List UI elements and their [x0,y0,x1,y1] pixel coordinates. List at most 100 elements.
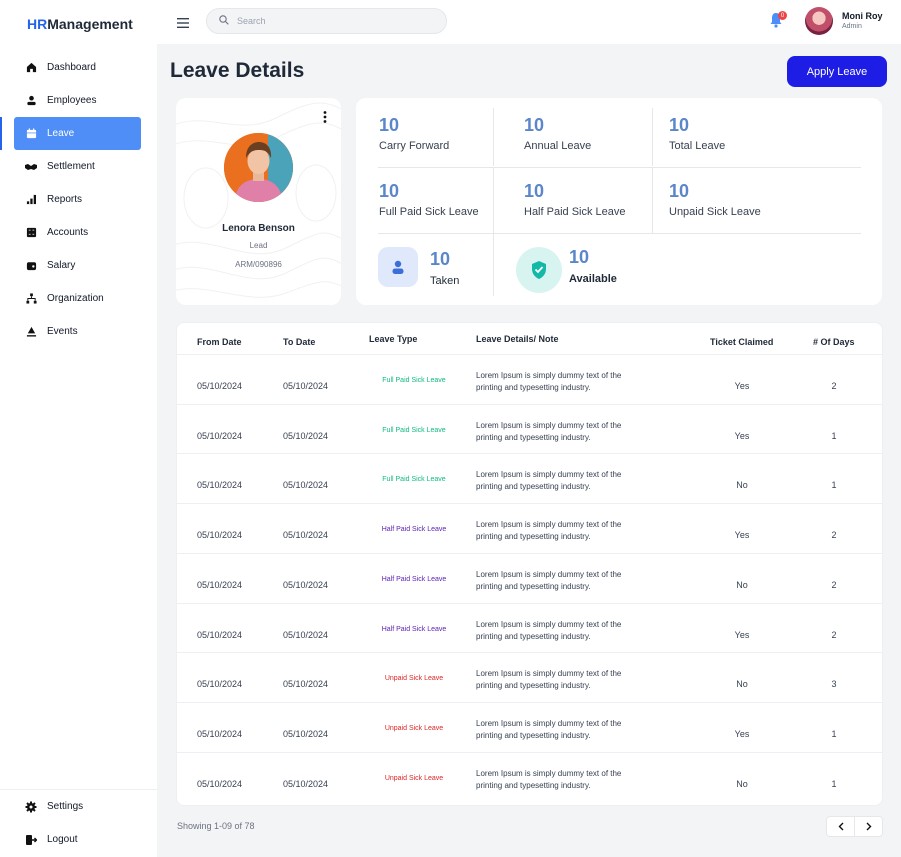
table-row[interactable]: 05/10/2024 05/10/2024 Half Paid Sick Leave… [177,552,882,603]
cell-ticket-claimed: No [736,579,748,590]
cell-to-date: 05/10/2024 [283,530,329,541]
divider [493,108,494,166]
cell-to-date: 05/10/2024 [283,579,329,590]
cell-leave-type: Half Paid Sick Leave [381,625,447,633]
sidebar-nav: Dashboard Employees Leave Settlement Rep… [0,51,157,348]
leave-history-table: From Date To Date Leave Type Leave Detai… [176,322,883,806]
table-row[interactable]: 05/10/2024 05/10/2024 Full Paid Sick Leave… [177,453,882,503]
sidebar-item-label: Dashboard [47,62,96,73]
sidebar-item-leave[interactable]: Leave [0,117,141,150]
column-header-to-date[interactable]: To Date [283,337,315,347]
column-header-from-date[interactable]: From Date [197,337,242,347]
cell-leave-type: Full Paid Sick Leave [382,426,446,434]
calendar-icon [25,128,37,140]
cell-leave-type: Half Paid Sick Leave [381,526,447,534]
cell-from-date: 05/10/2024 [197,430,243,441]
column-header-leave-type[interactable]: Leave Type [369,334,417,344]
user-role: Admin [842,23,862,30]
cell-leave-type: Unpaid Sick Leave [384,675,444,683]
taken-label: Taken [430,275,460,287]
more-options-icon[interactable] [323,110,327,128]
column-header-leave-note[interactable]: Leave Details/ Note [476,334,559,344]
cell-note-line-1: Lorem Ipsum is simply dummy text of the [476,470,622,480]
cell-note-line-1: Lorem Ipsum is simply dummy text of the [476,569,622,579]
cell-from-date: 05/10/2024 [197,480,243,491]
sidebar-item-label: Salary [47,260,76,271]
previous-page-button[interactable] [827,817,854,836]
stat-annual-leave: 10 Annual Leave [524,115,592,152]
sidebar-item-label: Events [47,326,78,337]
table-row[interactable]: 05/10/2024 05/10/2024 Half Paid Sick Leave… [177,602,882,653]
sidebar-item-label: Leave [47,128,75,139]
cell-from-date: 05/10/2024 [197,629,243,640]
leave-stats-card: 10 Carry Forward 10 Annual Leave 10 Tota… [356,98,882,305]
profile-name: Lenora Benson [222,223,295,234]
sidebar: HRManagement Dashboard Employees Leave S… [0,0,157,857]
cell-note-line-2: printing and typesetting industry. [476,730,591,740]
cell-days: 2 [831,579,837,590]
cell-from-date: 05/10/2024 [197,381,243,391]
stat-carry-forward: 10 Carry Forward [379,115,450,152]
divider [378,233,861,234]
cell-note-line-2: printing and typesetting industry. [476,681,591,691]
user-avatar[interactable] [805,7,833,35]
cell-note-line-1: Lorem Ipsum is simply dummy text of the [476,718,622,728]
divider [378,167,861,168]
table-row[interactable]: 05/10/2024 05/10/2024 Unpaid Sick Leave Lor… [177,701,882,752]
search-input[interactable] [237,16,427,26]
cell-ticket-claimed: Yes [734,430,750,441]
profile-role: Lead [249,241,268,250]
sidebar-item-settlement[interactable]: Settlement [0,150,157,183]
chevron-left-icon [838,819,844,834]
table-row[interactable]: 05/10/2024 05/10/2024 Full Paid Sick Leave… [177,354,882,404]
sidebar-item-events[interactable]: Events [0,315,157,348]
chevron-right-icon [866,819,872,834]
divider [493,234,494,296]
next-page-button[interactable] [854,817,882,836]
table-row[interactable]: 05/10/2024 05/10/2024 Unpaid Sick Leave Lor… [177,751,882,802]
cell-ticket-claimed: Yes [734,728,750,739]
cell-leave-type: Full Paid Sick Leave [382,377,446,384]
cell-ticket-claimed: No [736,679,748,690]
sidebar-item-label: Organization [47,293,104,304]
column-header-ticket-claimed[interactable]: Ticket Claimed [710,337,773,347]
cell-days: 2 [831,530,837,541]
cell-leave-type: Full Paid Sick Leave [382,476,446,484]
cell-days: 3 [831,679,837,690]
stat-half-paid-sick-leave: 10 Half Paid Sick Leave [524,181,626,218]
hamburger-menu-icon[interactable] [177,15,189,33]
sidebar-item-reports[interactable]: Reports [0,183,157,216]
sidebar-item-settings[interactable]: Settings [0,790,157,823]
sidebar-item-organization[interactable]: Organization [0,282,157,315]
cell-ticket-claimed: Yes [734,381,750,391]
cell-days: 2 [831,381,837,391]
table-row[interactable]: 05/10/2024 05/10/2024 Unpaid Sick Leave Lor… [177,652,882,702]
cell-ticket-claimed: Yes [734,530,750,541]
sidebar-item-salary[interactable]: Salary [0,249,157,282]
table-row[interactable]: 05/10/2024 05/10/2024 Full Paid Sick Leave… [177,403,882,454]
column-header-days[interactable]: # Of Days [813,337,855,347]
apply-leave-button[interactable]: Apply Leave [787,56,887,87]
cell-from-date: 05/10/2024 [197,579,243,590]
sidebar-item-dashboard[interactable]: Dashboard [0,51,157,84]
taken-value: 10 [430,249,451,269]
page-title: Leave Details [170,59,305,82]
table-row[interactable]: 05/10/2024 05/10/2024 Half Paid Sick Leave… [177,503,882,553]
stat-total-leave: 10 Total Leave [669,115,726,152]
sidebar-item-employees[interactable]: Employees [0,84,157,117]
stat-full-paid-sick-leave: 10 Full Paid Sick Leave [379,181,479,218]
cell-to-date: 05/10/2024 [283,629,329,640]
sidebar-item-accounts[interactable]: Accounts [0,216,157,249]
cell-ticket-claimed: Yes [734,629,750,640]
sidebar-item-label: Reports [47,194,83,205]
cell-to-date: 05/10/2024 [283,778,329,789]
cell-from-date: 05/10/2024 [197,778,243,789]
sidebar-item-label: Employees [47,95,97,106]
gear-icon [25,801,37,813]
cell-note-line-2: printing and typesetting industry. [476,581,591,591]
sidebar-item-logout[interactable]: Logout [0,823,157,856]
app-logo[interactable]: HRManagement [27,16,133,32]
available-shield-icon [516,247,562,293]
profile-card: Lenora Benson Lead ARM/090896 [176,98,341,305]
profile-employee-id: ARM/090896 [235,260,282,269]
